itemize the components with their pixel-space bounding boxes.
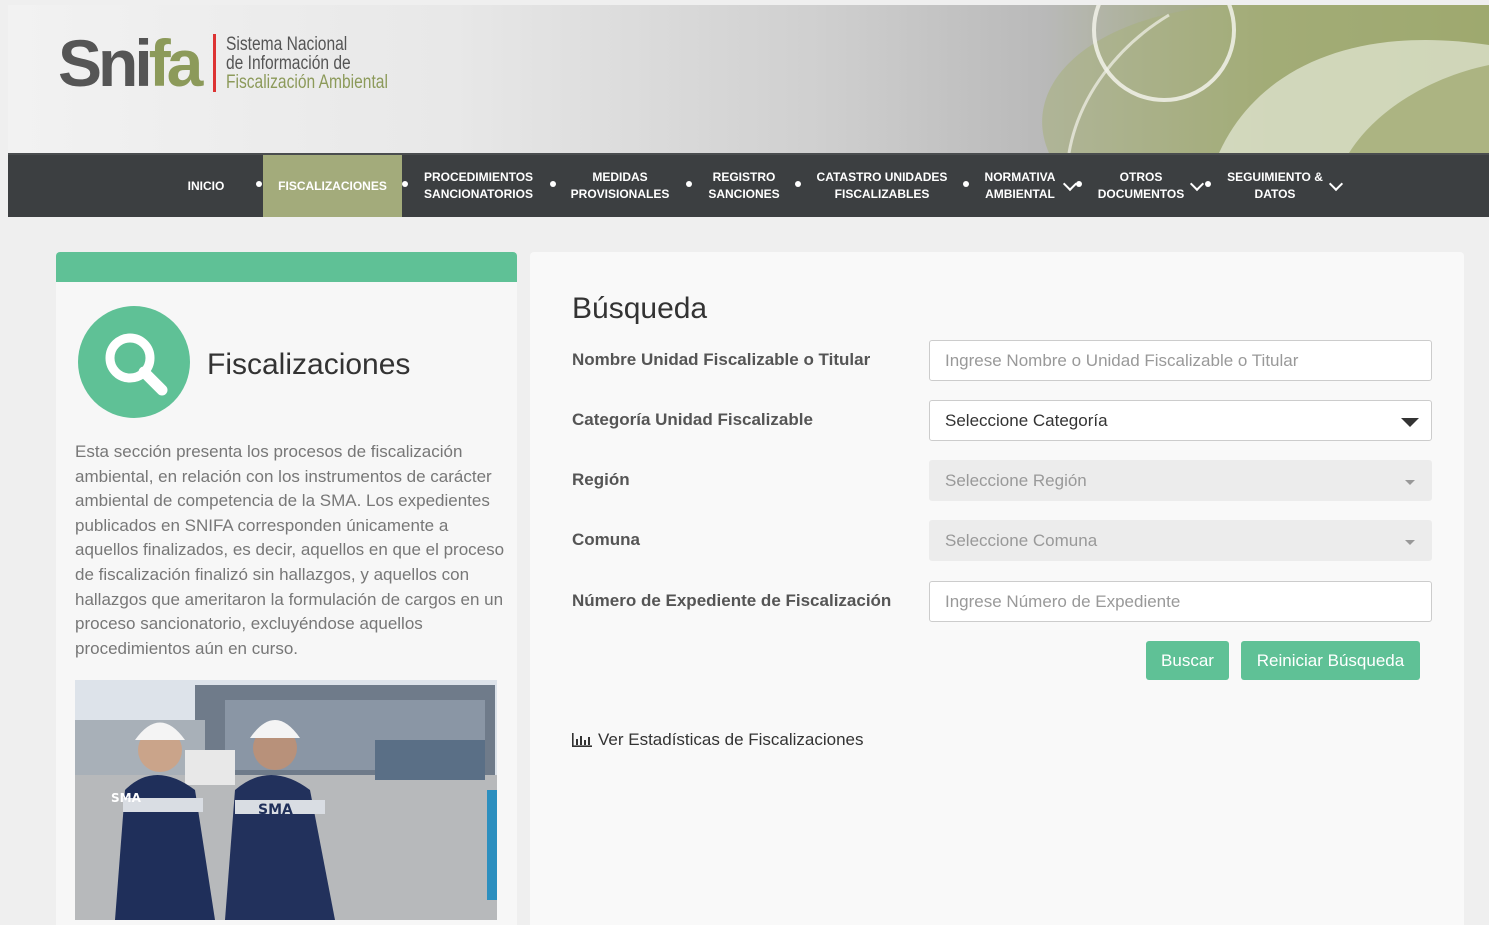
categoria-label: Categoría Unidad Fiscalizable — [572, 410, 813, 429]
buscar-button[interactable]: Buscar — [1146, 641, 1229, 680]
panel-header-bar — [56, 252, 517, 282]
caret-down-icon — [1405, 540, 1415, 545]
comuna-select[interactable]: Seleccione Comuna — [929, 520, 1432, 561]
nav-item-seguimiento[interactable]: SEGUIMIENTO & DATOS — [1218, 155, 1332, 217]
logo-wordmark: Snifa — [58, 26, 203, 100]
nav-item-medidas[interactable]: MEDIDAS PROVISIONALES — [561, 155, 679, 217]
search-panel: Búsqueda Nombre Unidad Fiscalizable o Ti… — [530, 252, 1464, 925]
nav-separator — [402, 181, 408, 187]
nav-item-procedimientos[interactable]: PROCEDIMIENTOS SANCIONATORIOS — [410, 155, 547, 217]
nav-item-otros-documentos[interactable]: OTROS DOCUMENTOS — [1088, 155, 1194, 217]
nav-item-inicio[interactable]: INICIO — [174, 155, 238, 217]
nav-item-normativa[interactable]: NORMATIVA AMBIENTAL — [976, 155, 1064, 217]
nav-separator — [795, 181, 801, 187]
logo-divider — [213, 34, 217, 92]
stats-link-label: Ver Estadísticas de Fiscalizaciones — [598, 730, 864, 749]
section-title: Fiscalizaciones — [207, 348, 411, 381]
categoria-selected: Seleccione Categoría — [945, 410, 1108, 430]
svg-text:SMA: SMA — [111, 791, 142, 805]
expediente-label: Número de Expediente de Fiscalización — [572, 591, 892, 610]
nav-separator — [256, 181, 262, 187]
nav-separator — [963, 181, 969, 187]
expediente-input-wrapper — [929, 581, 1432, 622]
search-title: Búsqueda — [572, 292, 708, 325]
snifa-logo[interactable]: Snifa Sistema Nacional de Información de… — [58, 25, 424, 101]
leaf-decoration — [1042, 5, 1489, 153]
region-select[interactable]: Seleccione Región — [929, 460, 1432, 501]
site-header: Snifa Sistema Nacional de Información de… — [8, 5, 1489, 153]
section-info-panel: Fiscalizaciones Esta sección presenta lo… — [56, 252, 517, 925]
svg-text:SMA: SMA — [258, 802, 293, 818]
section-description: Esta sección presenta los procesos de fi… — [75, 442, 505, 658]
nombre-label: Nombre Unidad Fiscalizable o Titular — [572, 350, 871, 369]
caret-down-icon — [1401, 418, 1419, 427]
bar-chart-icon — [572, 733, 592, 747]
categoria-select[interactable]: Seleccione Categoría — [929, 400, 1432, 441]
inspectors-photo: SMA SMA — [75, 680, 497, 920]
reiniciar-busqueda-button[interactable]: Reiniciar Búsqueda — [1241, 641, 1420, 680]
nav-item-registro[interactable]: REGISTRO SANCIONES — [696, 155, 792, 217]
nav-item-catastro[interactable]: CATASTRO UNIDADES FISCALIZABLES — [806, 155, 958, 217]
nombre-input-wrapper — [929, 340, 1432, 381]
nav-separator — [1076, 181, 1082, 187]
nav-separator — [550, 181, 556, 187]
ver-estadisticas-link[interactable]: Ver Estadísticas de Fiscalizaciones — [572, 730, 864, 750]
search-icon — [78, 306, 190, 418]
comuna-label: Comuna — [572, 530, 640, 549]
nav-separator — [686, 181, 692, 187]
nav-item-fiscalizaciones[interactable]: FISCALIZACIONES — [263, 155, 402, 217]
chevron-down-icon[interactable] — [1062, 176, 1078, 192]
logo-subtitle: Sistema Nacional de Información de Fisca… — [226, 33, 389, 93]
comuna-selected: Seleccione Comuna — [945, 530, 1098, 550]
region-selected: Seleccione Región — [945, 470, 1087, 490]
caret-down-icon — [1405, 480, 1415, 485]
nav-separator — [1205, 181, 1211, 187]
expediente-input[interactable] — [945, 591, 1416, 612]
nombre-input[interactable] — [945, 350, 1416, 371]
region-label: Región — [572, 470, 630, 489]
main-nav: INICIO FISCALIZACIONES PROCEDIMIENTOS SA… — [8, 153, 1489, 217]
